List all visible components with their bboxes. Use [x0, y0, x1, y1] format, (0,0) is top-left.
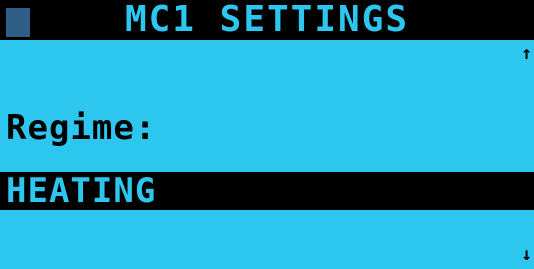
regime-value: HEATING: [6, 171, 157, 211]
scroll-up-icon[interactable]: ↑: [521, 44, 532, 64]
regime-label: Regime:: [6, 108, 157, 148]
title-bar: MC1 SETTINGS: [0, 0, 534, 40]
page-title: MC1 SETTINGS: [124, 0, 410, 40]
scroll-down-icon[interactable]: ↓: [521, 245, 532, 265]
regime-value-row[interactable]: HEATING: [0, 172, 534, 210]
lcd-screen: MC1 SETTINGS ↑ Regime: HEATING ↓: [0, 0, 534, 269]
